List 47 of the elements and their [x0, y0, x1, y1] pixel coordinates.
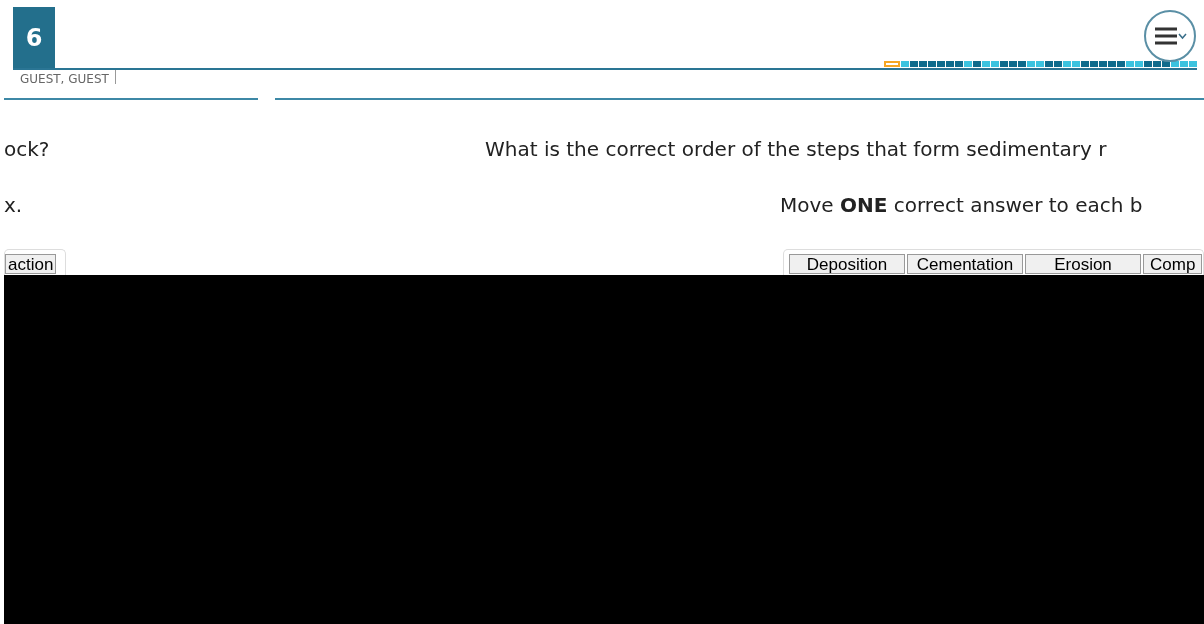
progress-square[interactable] — [1018, 61, 1026, 67]
progress-square[interactable] — [884, 61, 900, 67]
progress-square[interactable] — [1144, 61, 1152, 67]
progress-square[interactable] — [901, 61, 909, 67]
progress-square[interactable] — [1054, 61, 1062, 67]
progress-square[interactable] — [1063, 61, 1071, 67]
progress-square[interactable] — [955, 61, 963, 67]
progress-square[interactable] — [1153, 61, 1161, 67]
progress-square[interactable] — [1009, 61, 1017, 67]
menu-icon — [1153, 26, 1187, 46]
question-text: What is the correct order of the steps that form sedimentary r — [485, 136, 1108, 163]
answer-tile[interactable]: action — [5, 254, 57, 274]
instruction-text: Move ONE correct answer to each b — [779, 192, 1144, 219]
progress-square[interactable] — [1072, 61, 1080, 67]
answer-tile[interactable]: Comp — [1143, 254, 1203, 274]
answer-tile[interactable]: Cementation — [907, 254, 1023, 274]
progress-square[interactable] — [1099, 61, 1107, 67]
user-name: GUEST, GUEST — [20, 70, 116, 84]
progress-square[interactable] — [973, 61, 981, 67]
answer-tile[interactable]: Erosion — [1025, 254, 1141, 274]
progress-square[interactable] — [1045, 61, 1053, 67]
progress-square[interactable] — [1189, 61, 1197, 67]
progress-square[interactable] — [928, 61, 936, 67]
progress-square[interactable] — [910, 61, 918, 67]
progress-square[interactable] — [1171, 61, 1179, 67]
answer-tile[interactable]: Deposition — [789, 254, 905, 274]
progress-square[interactable] — [1000, 61, 1008, 67]
progress-square[interactable] — [982, 61, 990, 67]
item-number: 6 — [13, 7, 55, 68]
question-text: ock? — [4, 136, 50, 163]
progress-square[interactable] — [1108, 61, 1116, 67]
progress-square[interactable] — [1081, 61, 1089, 67]
progress-square[interactable] — [1117, 61, 1125, 67]
menu-button[interactable] — [1144, 10, 1196, 62]
progress-square[interactable] — [1036, 61, 1044, 67]
progress-square[interactable] — [946, 61, 954, 67]
progress-square[interactable] — [1180, 61, 1188, 67]
progress-square[interactable] — [1090, 61, 1098, 67]
progress-square[interactable] — [1027, 61, 1035, 67]
progress-square[interactable] — [937, 61, 945, 67]
instruction-text: x. — [4, 192, 24, 219]
progress-square[interactable] — [964, 61, 972, 67]
progress-square[interactable] — [1162, 61, 1170, 67]
progress-square[interactable] — [1126, 61, 1134, 67]
progress-square[interactable] — [919, 61, 927, 67]
progress-square[interactable] — [991, 61, 999, 67]
progress-square[interactable] — [1135, 61, 1143, 67]
